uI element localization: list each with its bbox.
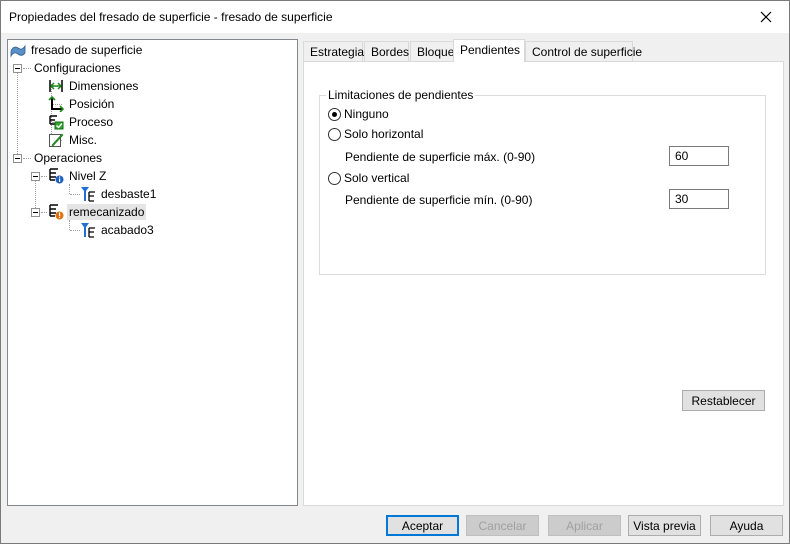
toolpath-icon [81, 187, 95, 202]
reset-button[interactable]: Restablecer [682, 390, 765, 411]
tab-bordes[interactable]: Bordes [364, 41, 409, 61]
collapse-remecanizado-button[interactable] [31, 208, 40, 217]
tree-item-root[interactable]: fresado de superficie [10, 41, 144, 59]
operation-warning-icon [49, 204, 64, 220]
radio-ninguno[interactable]: Ninguno [328, 107, 389, 121]
radio-solo-vertical-label: Solo vertical [344, 171, 410, 185]
proceso-label: Proceso [69, 115, 114, 129]
tree-item-proceso[interactable]: Proceso [48, 113, 115, 131]
max-slope-label: Pendiente de superficie máx. (0-90) [345, 150, 536, 164]
dialog-window: Propiedades del fresado de superficie - … [0, 0, 790, 544]
max-slope-input[interactable] [669, 146, 729, 166]
collapse-operaciones-button[interactable] [13, 154, 22, 163]
title-bar: Propiedades del fresado de superficie - … [1, 1, 789, 33]
posicion-label: Posición [69, 97, 115, 111]
radio-solo-vertical-indicator [328, 171, 341, 185]
tree-item-remecanizado[interactable]: remecanizado [48, 203, 147, 221]
close-icon [760, 11, 772, 23]
tab-pendientes[interactable]: Pendientes [453, 39, 525, 62]
operaciones-label: Operaciones [34, 151, 103, 165]
window-title: Propiedades del fresado de superficie - … [9, 10, 333, 24]
tree-root-label: fresado de superficie [31, 43, 143, 57]
misc-label: Misc. [69, 133, 97, 147]
tree-item-posicion[interactable]: Posición [48, 95, 116, 113]
collapse-nivel-z-button[interactable] [31, 172, 40, 181]
accept-button[interactable]: Aceptar [386, 515, 459, 536]
group-title: Limitaciones de pendientes [326, 88, 476, 102]
min-slope-label: Pendiente de superficie mín. (0-90) [345, 193, 533, 207]
dimensiones-label: Dimensiones [69, 79, 139, 93]
radio-solo-horizontal-label: Solo horizontal [344, 127, 424, 141]
remecanizado-label: remecanizado [67, 204, 147, 220]
pendientes-panel: Limitaciones de pendientes Ninguno Solo … [303, 61, 784, 506]
apply-button[interactable]: Aplicar [548, 515, 621, 536]
tree-item-desbaste1[interactable]: desbaste1 [80, 185, 158, 203]
process-icon [49, 115, 64, 130]
position-icon [48, 96, 64, 112]
tree-item-operaciones[interactable]: Operaciones [32, 149, 104, 167]
close-button[interactable] [743, 1, 789, 33]
operations-tree[interactable]: fresado de superficie Configuraciones Di… [7, 39, 298, 506]
misc-icon [49, 133, 64, 147]
preview-button[interactable]: Vista previa [628, 515, 701, 536]
help-button[interactable]: Ayuda [710, 515, 783, 536]
min-slope-input[interactable] [669, 189, 729, 209]
tab-estrategia[interactable]: Estrategia [303, 41, 364, 61]
tree-item-nivel-z[interactable]: Nivel Z [48, 167, 108, 185]
operation-info-icon [49, 168, 64, 184]
acabado3-label: acabado3 [101, 223, 154, 237]
tree-item-misc[interactable]: Misc. [48, 131, 99, 149]
tree-item-configuraciones[interactable]: Configuraciones [32, 59, 123, 77]
dimensions-icon [49, 80, 63, 92]
collapse-configuraciones-button[interactable] [13, 64, 22, 73]
tree-item-dimensiones[interactable]: Dimensiones [48, 77, 140, 95]
slope-limits-group: Limitaciones de pendientes [319, 88, 766, 275]
radio-solo-horizontal-indicator [328, 127, 341, 141]
tab-control-de-superficie[interactable]: Control de superficie [525, 41, 642, 61]
tree-item-acabado3[interactable]: acabado3 [80, 221, 156, 239]
desbaste1-label: desbaste1 [101, 187, 157, 201]
configuraciones-label: Configuraciones [34, 61, 121, 75]
tab-bloque[interactable]: Bloque [410, 41, 454, 61]
radio-ninguno-label: Ninguno [344, 107, 389, 121]
cancel-button[interactable]: Cancelar [466, 515, 539, 536]
surface-icon [10, 44, 26, 58]
radio-solo-horizontal[interactable]: Solo horizontal [328, 127, 423, 141]
nivel-z-label: Nivel Z [69, 169, 107, 183]
radio-ninguno-indicator [328, 107, 341, 121]
radio-solo-vertical[interactable]: Solo vertical [328, 171, 409, 185]
toolpath-icon [81, 223, 95, 238]
